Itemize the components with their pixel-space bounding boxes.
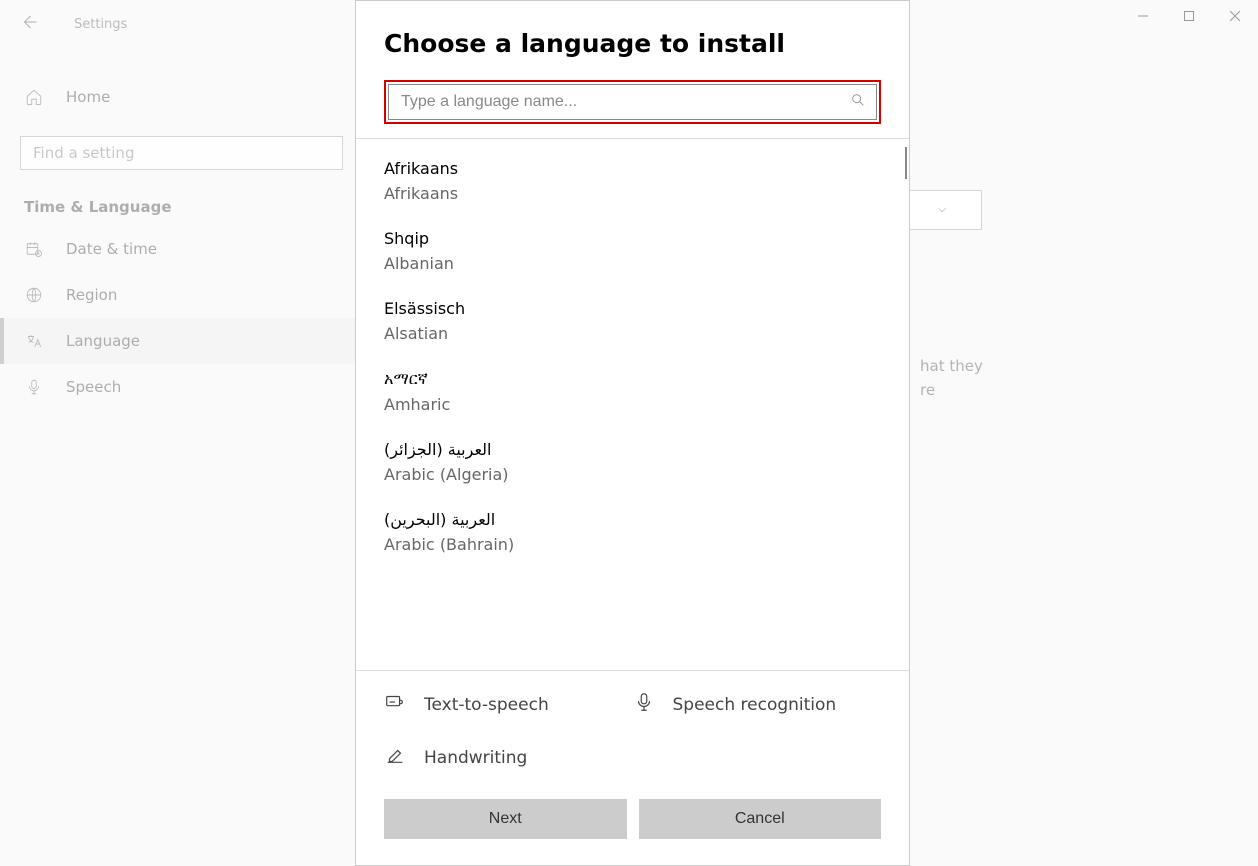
language-english-name: Arabic (Bahrain) — [384, 535, 881, 554]
microphone-icon — [633, 691, 655, 718]
language-list[interactable]: Afrikaans Afrikaans Shqip Albanian Elsäs… — [356, 139, 909, 670]
feature-label: Speech recognition — [673, 695, 837, 715]
language-native-name: አማርኛ — [384, 369, 881, 389]
choose-language-dialog: Choose a language to install Afrikaans A… — [355, 0, 910, 866]
language-item[interactable]: العربية (الجزائر) Arabic (Algeria) — [384, 430, 881, 500]
language-item[interactable]: Shqip Albanian — [384, 219, 881, 289]
language-native-name: العربية (الجزائر) — [384, 440, 881, 459]
language-item[interactable]: አማርኛ Amharic — [384, 359, 881, 430]
language-item[interactable]: Elsässisch Alsatian — [384, 289, 881, 359]
feature-speech-recognition: Speech recognition — [633, 691, 882, 718]
language-item[interactable]: العربية (البحرين) Arabic (Bahrain) — [384, 500, 881, 570]
language-english-name: Albanian — [384, 254, 881, 273]
language-native-name: العربية (البحرين) — [384, 510, 881, 529]
scrollbar-thumb[interactable] — [905, 147, 907, 179]
feature-label: Text-to-speech — [424, 695, 549, 715]
language-item[interactable]: Afrikaans Afrikaans — [384, 149, 881, 219]
language-feature-legend: Text-to-speech Speech recognition Handwr… — [356, 670, 909, 775]
feature-text-to-speech: Text-to-speech — [384, 691, 633, 718]
language-native-name: Afrikaans — [384, 159, 881, 178]
language-search-box[interactable] — [388, 84, 877, 120]
feature-label: Handwriting — [424, 748, 527, 768]
cancel-button[interactable]: Cancel — [639, 799, 882, 839]
next-button[interactable]: Next — [384, 799, 627, 839]
feature-handwriting: Handwriting — [384, 744, 633, 771]
language-english-name: Arabic (Algeria) — [384, 465, 881, 484]
tts-icon — [384, 691, 406, 718]
dialog-title: Choose a language to install — [384, 29, 881, 58]
language-english-name: Amharic — [384, 395, 881, 414]
language-native-name: Shqip — [384, 229, 881, 248]
language-native-name: Elsässisch — [384, 299, 881, 318]
language-search-input[interactable] — [399, 92, 850, 112]
language-english-name: Afrikaans — [384, 184, 881, 203]
language-english-name: Alsatian — [384, 324, 881, 343]
search-icon — [850, 92, 866, 112]
search-highlight-frame — [384, 80, 881, 124]
handwriting-icon — [384, 744, 406, 771]
